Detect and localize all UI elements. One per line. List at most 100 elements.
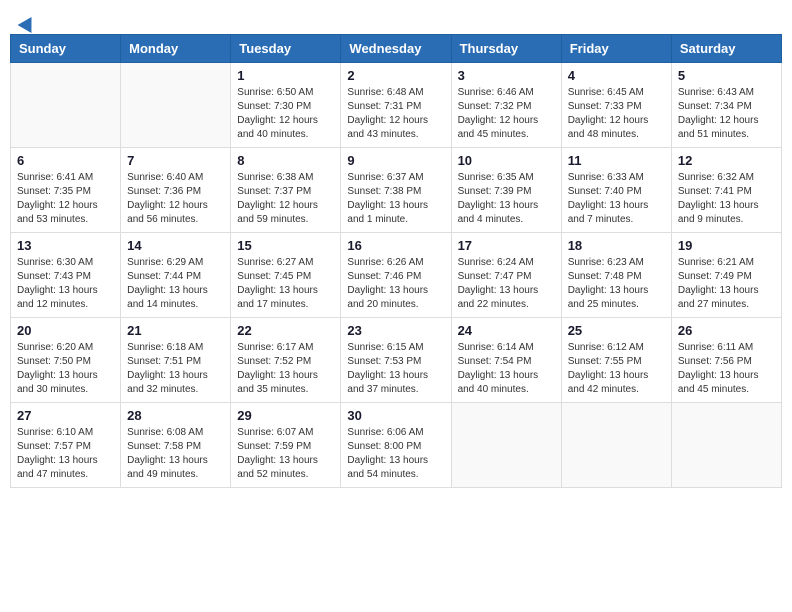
day-info: Sunrise: 6:11 AM Sunset: 7:56 PM Dayligh… [678,341,775,397]
calendar-week-row: 27 Sunrise: 6:10 AM Sunset: 7:57 PM Dayli… [11,403,782,488]
calendar-cell: 12 Sunrise: 6:32 AM Sunset: 7:41 PM Dayli… [671,148,781,233]
logo [18,16,36,30]
day-number: 24 [458,323,555,338]
day-number: 3 [458,68,555,83]
calendar-week-row: 20Sunrise: 6:20 AM Sunset: 7:50 PM Dayli… [11,318,782,403]
day-info: Sunrise: 6:14 AM Sunset: 7:54 PM Dayligh… [458,341,555,397]
calendar-cell: 24 Sunrise: 6:14 AM Sunset: 7:54 PM Dayli… [451,318,561,403]
calendar-cell [121,63,231,148]
calendar-cell: 29 Sunrise: 6:07 AM Sunset: 7:59 PM Dayli… [231,403,341,488]
calendar-cell: 23 Sunrise: 6:15 AM Sunset: 7:53 PM Dayli… [341,318,451,403]
day-number: 11 [568,153,665,168]
day-info: Sunrise: 6:24 AM Sunset: 7:47 PM Dayligh… [458,256,555,312]
day-number: 9 [347,153,444,168]
day-info: Sunrise: 6:35 AM Sunset: 7:39 PM Dayligh… [458,171,555,227]
calendar-cell: 15Sunrise: 6:27 AM Sunset: 7:45 PM Dayli… [231,233,341,318]
day-number: 23 [347,323,444,338]
calendar-cell [11,63,121,148]
day-info: Sunrise: 6:06 AM Sunset: 8:00 PM Dayligh… [347,426,444,482]
day-number: 4 [568,68,665,83]
day-number: 16 [347,238,444,253]
day-info: Sunrise: 6:50 AM Sunset: 7:30 PM Dayligh… [237,86,334,142]
day-info: Sunrise: 6:17 AM Sunset: 7:52 PM Dayligh… [237,341,334,397]
day-number: 12 [678,153,775,168]
day-number: 25 [568,323,665,338]
calendar-cell: 11 Sunrise: 6:33 AM Sunset: 7:40 PM Dayli… [561,148,671,233]
calendar-cell [561,403,671,488]
calendar-cell: 27 Sunrise: 6:10 AM Sunset: 7:57 PM Dayli… [11,403,121,488]
day-info: Sunrise: 6:40 AM Sunset: 7:36 PM Dayligh… [127,171,224,227]
day-number: 28 [127,408,224,423]
calendar-cell: 28Sunrise: 6:08 AM Sunset: 7:58 PM Dayli… [121,403,231,488]
calendar-cell [671,403,781,488]
weekday-header-friday: Friday [561,35,671,63]
day-number: 22 [237,323,334,338]
day-info: Sunrise: 6:07 AM Sunset: 7:59 PM Dayligh… [237,426,334,482]
calendar-week-row: 1 Sunrise: 6:50 AM Sunset: 7:30 PM Daylig… [11,63,782,148]
calendar-cell: 6Sunrise: 6:41 AM Sunset: 7:35 PM Daylig… [11,148,121,233]
calendar-cell: 7 Sunrise: 6:40 AM Sunset: 7:36 PM Daylig… [121,148,231,233]
day-info: Sunrise: 6:41 AM Sunset: 7:35 PM Dayligh… [17,171,114,227]
day-info: Sunrise: 6:12 AM Sunset: 7:55 PM Dayligh… [568,341,665,397]
day-number: 17 [458,238,555,253]
calendar-cell: 1 Sunrise: 6:50 AM Sunset: 7:30 PM Daylig… [231,63,341,148]
day-info: Sunrise: 6:37 AM Sunset: 7:38 PM Dayligh… [347,171,444,227]
calendar-cell: 4Sunrise: 6:45 AM Sunset: 7:33 PM Daylig… [561,63,671,148]
calendar-cell: 30 Sunrise: 6:06 AM Sunset: 8:00 PM Dayli… [341,403,451,488]
calendar-week-row: 6Sunrise: 6:41 AM Sunset: 7:35 PM Daylig… [11,148,782,233]
day-number: 14 [127,238,224,253]
day-info: Sunrise: 6:33 AM Sunset: 7:40 PM Dayligh… [568,171,665,227]
day-info: Sunrise: 6:46 AM Sunset: 7:32 PM Dayligh… [458,86,555,142]
day-info: Sunrise: 6:38 AM Sunset: 7:37 PM Dayligh… [237,171,334,227]
day-number: 5 [678,68,775,83]
logo-triangle-icon [18,13,39,33]
page-header [10,10,782,30]
weekday-header-saturday: Saturday [671,35,781,63]
weekday-header-monday: Monday [121,35,231,63]
day-info: Sunrise: 6:26 AM Sunset: 7:46 PM Dayligh… [347,256,444,312]
day-number: 13 [17,238,114,253]
day-info: Sunrise: 6:29 AM Sunset: 7:44 PM Dayligh… [127,256,224,312]
day-info: Sunrise: 6:48 AM Sunset: 7:31 PM Dayligh… [347,86,444,142]
calendar-cell: 17 Sunrise: 6:24 AM Sunset: 7:47 PM Dayli… [451,233,561,318]
calendar-cell: 13 Sunrise: 6:30 AM Sunset: 7:43 PM Dayli… [11,233,121,318]
day-number: 30 [347,408,444,423]
calendar-cell: 3 Sunrise: 6:46 AM Sunset: 7:32 PM Daylig… [451,63,561,148]
calendar-cell: 10Sunrise: 6:35 AM Sunset: 7:39 PM Dayli… [451,148,561,233]
calendar-week-row: 13 Sunrise: 6:30 AM Sunset: 7:43 PM Dayli… [11,233,782,318]
calendar-cell: 9 Sunrise: 6:37 AM Sunset: 7:38 PM Daylig… [341,148,451,233]
day-number: 19 [678,238,775,253]
day-number: 18 [568,238,665,253]
day-info: Sunrise: 6:21 AM Sunset: 7:49 PM Dayligh… [678,256,775,312]
calendar-cell: 22 Sunrise: 6:17 AM Sunset: 7:52 PM Dayli… [231,318,341,403]
day-info: Sunrise: 6:23 AM Sunset: 7:48 PM Dayligh… [568,256,665,312]
calendar-cell: 20Sunrise: 6:20 AM Sunset: 7:50 PM Dayli… [11,318,121,403]
day-number: 15 [237,238,334,253]
day-info: Sunrise: 6:20 AM Sunset: 7:50 PM Dayligh… [17,341,114,397]
calendar-cell: 8Sunrise: 6:38 AM Sunset: 7:37 PM Daylig… [231,148,341,233]
calendar-table: SundayMondayTuesdayWednesdayThursdayFrid… [10,34,782,488]
day-number: 29 [237,408,334,423]
calendar-cell: 21 Sunrise: 6:18 AM Sunset: 7:51 PM Dayli… [121,318,231,403]
day-info: Sunrise: 6:43 AM Sunset: 7:34 PM Dayligh… [678,86,775,142]
day-info: Sunrise: 6:30 AM Sunset: 7:43 PM Dayligh… [17,256,114,312]
day-info: Sunrise: 6:32 AM Sunset: 7:41 PM Dayligh… [678,171,775,227]
day-number: 21 [127,323,224,338]
calendar-cell: 16 Sunrise: 6:26 AM Sunset: 7:46 PM Dayli… [341,233,451,318]
day-info: Sunrise: 6:15 AM Sunset: 7:53 PM Dayligh… [347,341,444,397]
weekday-header-wednesday: Wednesday [341,35,451,63]
weekday-header-thursday: Thursday [451,35,561,63]
weekday-header-tuesday: Tuesday [231,35,341,63]
day-number: 27 [17,408,114,423]
day-number: 1 [237,68,334,83]
calendar-cell: 14 Sunrise: 6:29 AM Sunset: 7:44 PM Dayli… [121,233,231,318]
day-info: Sunrise: 6:18 AM Sunset: 7:51 PM Dayligh… [127,341,224,397]
day-info: Sunrise: 6:10 AM Sunset: 7:57 PM Dayligh… [17,426,114,482]
calendar-cell: 25 Sunrise: 6:12 AM Sunset: 7:55 PM Dayli… [561,318,671,403]
calendar-cell: 26Sunrise: 6:11 AM Sunset: 7:56 PM Dayli… [671,318,781,403]
calendar-cell: 19 Sunrise: 6:21 AM Sunset: 7:49 PM Dayli… [671,233,781,318]
calendar-cell: 18 Sunrise: 6:23 AM Sunset: 7:48 PM Dayli… [561,233,671,318]
weekday-header-sunday: Sunday [11,35,121,63]
day-number: 7 [127,153,224,168]
day-number: 2 [347,68,444,83]
